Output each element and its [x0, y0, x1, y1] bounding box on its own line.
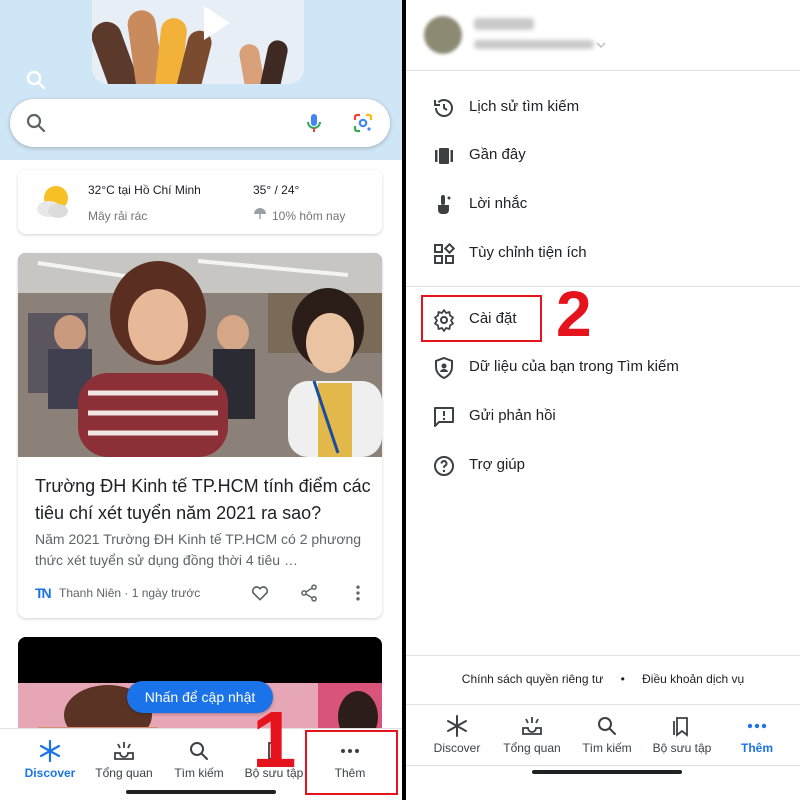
news-card[interactable]: Trường ĐH Kinh tế TP.HCM tính điểm các t… — [18, 253, 382, 618]
terms-of-service-link[interactable]: Điều khoản dịch vụ — [642, 672, 744, 686]
search-icon — [598, 717, 616, 735]
feedback-icon — [434, 407, 454, 427]
legal-footer: Chính sách quyền riêng tư • Điều khoản d… — [406, 672, 800, 686]
nav-more-label: Thêm — [740, 741, 773, 755]
reminder-icon — [438, 195, 451, 214]
nav-search[interactable]: Tìm kiếm — [161, 729, 237, 789]
weather-location-temp: 32°C tại Hồ Chí Minh — [88, 183, 201, 197]
nav-discover-label: Discover — [433, 741, 481, 755]
google-doodle[interactable] — [92, 0, 304, 84]
footer-divider — [406, 655, 800, 656]
google-app-discover-screen: 32°C tại Hồ Chí Minh Mây rải rác 35° / 2… — [0, 0, 402, 800]
menu-divider — [406, 286, 800, 287]
nav-overview[interactable]: Tổng quan — [494, 705, 570, 765]
nav-overview-label: Tổng quan — [503, 741, 561, 755]
chevron-down-icon[interactable] — [594, 38, 608, 52]
shield-account-icon — [435, 356, 453, 380]
privacy-policy-link[interactable]: Chính sách quyền riêng tư — [462, 672, 603, 686]
asterisk-icon — [447, 715, 467, 737]
more-vert-icon[interactable] — [348, 583, 368, 603]
nav-search-label: Tìm kiếm — [174, 766, 224, 780]
nav-collections[interactable]: Bộ sưu tập — [644, 705, 720, 765]
menu-your-data-in-search[interactable]: Dữ liệu của bạn trong Tìm kiếm — [406, 344, 800, 392]
account-email-blurred — [474, 40, 594, 49]
recent-icon — [435, 148, 453, 164]
bottom-navigation: Discover Tổng quan Tìm kiếm Bộ sưu tập T… — [406, 704, 800, 766]
menu-label: Dữ liệu của bạn trong Tìm kiếm — [469, 358, 679, 375]
search-icon — [26, 113, 46, 133]
menu-recent[interactable]: Gần đây — [406, 132, 800, 180]
article-description: Năm 2021 Trường ĐH Kinh tế TP.HCM có 2 p… — [35, 531, 362, 568]
heart-icon[interactable] — [250, 583, 270, 603]
more-icon — [747, 723, 767, 729]
menu-customize-widgets[interactable]: Tùy chỉnh tiện ích — [406, 230, 800, 278]
nav-search[interactable]: Tìm kiếm — [569, 705, 645, 765]
weather-condition: Mây rải rác — [88, 209, 148, 223]
menu-reminders[interactable]: Lời nhắc — [406, 181, 800, 229]
widgets-icon — [434, 242, 456, 264]
article-photo[interactable] — [18, 253, 382, 457]
microphone-icon[interactable] — [302, 111, 326, 135]
article-source-text: Thanh Niên · 1 ngày trước — [59, 586, 201, 600]
annotation-highlight-more — [305, 730, 398, 795]
annotation-number-1: 1 — [252, 695, 297, 784]
article-title[interactable]: Trường ĐH Kinh tế TP.HCM tính điểm các t… — [35, 473, 375, 527]
share-icon[interactable] — [299, 583, 319, 603]
annotation-number-2: 2 — [556, 278, 592, 350]
account-name-blurred — [474, 18, 534, 30]
nav-overview-label: Tổng quan — [95, 766, 153, 780]
article-photo-illustration — [18, 253, 382, 457]
nav-overview[interactable]: Tổng quan — [86, 729, 162, 789]
menu-label: Trợ giúp — [469, 456, 525, 473]
google-lens-icon[interactable] — [351, 111, 375, 135]
partly-cloudy-icon — [37, 186, 68, 218]
footer-separator: • — [620, 672, 625, 686]
google-app-more-menu: Lịch sử tìm kiếm Gần đây Lời nhắc Tùy ch… — [406, 0, 800, 800]
nav-discover[interactable]: Discover — [12, 729, 88, 789]
annotation-highlight-settings — [421, 295, 542, 342]
nav-search-label: Tìm kiếm — [582, 741, 632, 755]
search-icon[interactable] — [24, 68, 48, 92]
help-icon — [434, 456, 454, 476]
menu-label: Gần đây — [469, 146, 526, 163]
umbrella-icon — [254, 208, 266, 219]
search-icon — [190, 742, 208, 760]
menu-send-feedback[interactable]: Gửi phản hồi — [406, 393, 800, 441]
article-source: TN Thanh Niên · 1 ngày trước — [35, 585, 200, 601]
asterisk-icon — [39, 739, 61, 763]
menu-help[interactable]: Trợ giúp — [406, 442, 800, 490]
bookmarks-icon — [673, 717, 688, 737]
nav-collections-label: Bộ sưu tập — [652, 741, 712, 755]
play-icon — [204, 6, 230, 40]
weather-rain-chance: 10% hôm nay — [272, 209, 346, 223]
account-header[interactable] — [406, 0, 800, 71]
thanh-nien-logo: TN — [35, 585, 52, 601]
home-indicator — [532, 770, 682, 774]
history-icon — [434, 99, 453, 117]
avatar[interactable] — [424, 16, 462, 54]
nav-more[interactable]: Thêm — [719, 705, 795, 765]
menu-search-history[interactable]: Lịch sử tìm kiếm — [406, 84, 800, 132]
nav-discover[interactable]: Discover — [419, 705, 495, 765]
menu-label: Gửi phản hồi — [469, 407, 556, 424]
home-indicator — [126, 790, 276, 794]
menu-label: Lịch sử tìm kiếm — [469, 98, 580, 115]
menu-label: Tùy chỉnh tiện ích — [469, 244, 587, 261]
menu-label: Lời nhắc — [469, 195, 528, 212]
nav-discover-label: Discover — [24, 766, 76, 780]
weather-high-low: 35° / 24° — [253, 183, 300, 197]
inbox-sparkle-icon — [114, 742, 134, 760]
weather-card[interactable]: 32°C tại Hồ Chí Minh Mây rải rác 35° / 2… — [18, 170, 382, 234]
inbox-sparkle-icon — [522, 717, 542, 735]
search-bar[interactable] — [10, 99, 390, 147]
